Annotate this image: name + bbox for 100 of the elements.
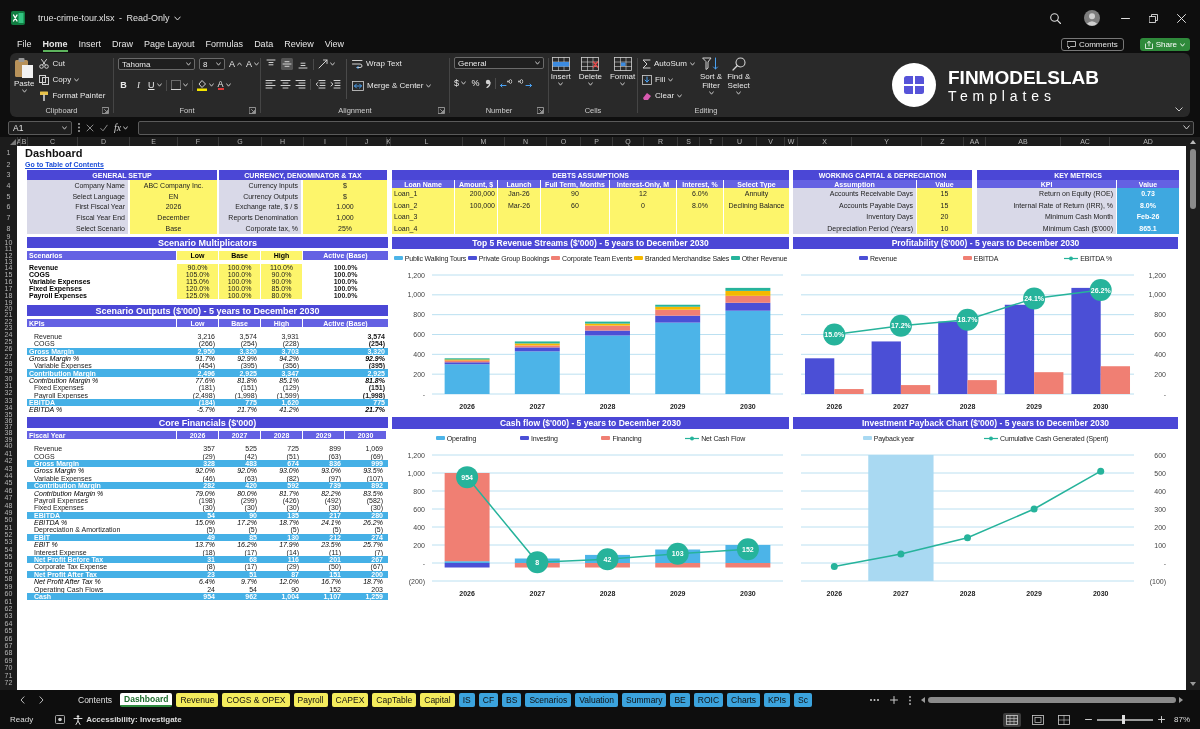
vertical-scrollbar[interactable] (1186, 146, 1200, 690)
menu-tab[interactable]: Draw (112, 37, 134, 52)
decrease-indent-icon[interactable] (315, 79, 326, 89)
sheet-tab[interactable]: Contents (74, 693, 117, 707)
scroll-down-icon[interactable] (1190, 682, 1196, 686)
sheet-tab[interactable]: Valuation (575, 693, 619, 707)
dialog-launcher-icon[interactable] (102, 107, 109, 114)
italic-button[interactable]: I (133, 80, 144, 90)
font-name-dropdown[interactable]: Tahoma (118, 58, 195, 70)
sheet-tab[interactable]: KPIs (764, 693, 791, 707)
cancel-icon[interactable] (86, 123, 94, 132)
align-center-icon[interactable] (280, 79, 291, 89)
insert-cells-button[interactable]: Insert (550, 57, 571, 86)
menu-tab[interactable]: Formulas (205, 37, 244, 52)
align-right-icon[interactable] (295, 79, 306, 89)
menu-tab[interactable]: Review (284, 37, 314, 52)
formula-input[interactable] (138, 120, 1194, 135)
expand-icon[interactable] (1183, 125, 1190, 130)
font-color-button[interactable]: A (217, 80, 231, 90)
scroll-left-icon[interactable] (921, 697, 925, 703)
sheet-tab[interactable]: CAPEX (331, 693, 369, 707)
font-size-dropdown[interactable]: 8 (199, 58, 225, 70)
zoom-in-icon[interactable] (1158, 716, 1165, 723)
decrease-decimal-icon[interactable] (518, 78, 532, 88)
copy-button[interactable]: Copy (39, 73, 106, 86)
scroll-up-icon[interactable] (1190, 139, 1196, 144)
comments-button[interactable]: Comments (1060, 38, 1124, 51)
fill-button[interactable]: Fill (642, 73, 695, 86)
format-cells-button[interactable]: Format (609, 57, 636, 86)
sheet-tab[interactable]: Dashboard (120, 693, 173, 707)
borders-button[interactable] (170, 80, 188, 90)
percent-style-button[interactable]: % (470, 78, 481, 88)
scrollbar-thumb[interactable] (1190, 149, 1196, 209)
chevron-down-icon[interactable] (173, 15, 181, 21)
number-format-dropdown[interactable]: General (454, 57, 544, 69)
page-layout-view-icon[interactable] (1029, 712, 1047, 727)
dialog-launcher-icon[interactable] (537, 107, 544, 114)
insert-function-button[interactable]: fx (114, 122, 129, 133)
macro-recording-icon[interactable] (55, 715, 66, 724)
increase-indent-icon[interactable] (330, 79, 341, 89)
search-icon[interactable] (1050, 12, 1061, 24)
sheet-tab[interactable]: Payroll (293, 693, 328, 707)
orientation-button[interactable] (318, 59, 335, 69)
wrap-text-button[interactable]: Wrap Text (352, 57, 432, 70)
autosum-button[interactable]: AutoSum (642, 57, 695, 70)
sheet-tab[interactable]: BS (502, 693, 522, 707)
increase-font-size-button[interactable]: A (229, 59, 242, 69)
merge-center-button[interactable]: Merge & Center (352, 79, 432, 92)
increase-decimal-icon[interactable] (500, 78, 514, 88)
menu-tab[interactable]: Insert (78, 37, 102, 52)
sheet-tab[interactable]: BE (670, 693, 690, 707)
paste-button[interactable]: Paste (14, 57, 35, 93)
scroll-right-icon[interactable] (1179, 697, 1183, 703)
delete-cells-button[interactable]: Delete (578, 57, 602, 86)
menu-tab[interactable]: Page Layout (144, 37, 195, 52)
dialog-launcher-icon[interactable] (249, 107, 256, 114)
horizontal-scrollbar[interactable] (921, 695, 1183, 705)
chevron-left-icon[interactable] (20, 696, 25, 704)
enter-icon[interactable] (100, 123, 108, 132)
currency-format-button[interactable]: $ (454, 78, 466, 88)
avatar-icon[interactable] (1084, 10, 1100, 26)
sheet-tab[interactable]: COGS & OPEX (222, 693, 290, 707)
accessibility-button[interactable]: Accessibility: Investigate (73, 714, 182, 725)
normal-view-icon[interactable] (1003, 712, 1021, 727)
sheet-tab[interactable]: CapTable (372, 693, 417, 707)
collapse-ribbon-icon[interactable] (1175, 107, 1183, 112)
sheet-tab[interactable]: Charts (727, 693, 761, 707)
sheet-tab[interactable]: CF (478, 693, 499, 707)
restore-icon[interactable] (1149, 13, 1158, 23)
format-painter-button[interactable]: Format Painter (39, 89, 106, 102)
sort-filter-button[interactable]: Sort & Filter (699, 57, 723, 95)
add-sheet-icon[interactable] (890, 696, 898, 704)
comma-style-icon[interactable] (485, 78, 491, 88)
bold-button[interactable]: B (118, 80, 129, 90)
cut-button[interactable]: Cut (39, 57, 106, 70)
zoom-slider[interactable] (1097, 718, 1153, 721)
decrease-font-size-button[interactable]: A (246, 59, 260, 69)
sheet-tab[interactable]: Sc (794, 693, 812, 707)
name-box[interactable]: A1 (8, 120, 72, 135)
align-left-icon[interactable] (265, 79, 276, 89)
minimize-icon[interactable] (1121, 17, 1130, 19)
fill-color-button[interactable] (196, 79, 214, 91)
page-break-view-icon[interactable] (1055, 712, 1073, 727)
sheet-tab[interactable]: Summary (622, 693, 667, 707)
scrollbar-thumb[interactable] (928, 697, 1176, 703)
menu-tab[interactable]: File (17, 37, 32, 52)
underline-button[interactable]: U (148, 80, 162, 90)
align-middle-icon[interactable] (281, 58, 293, 70)
sheet-tab[interactable]: Revenue (176, 693, 219, 707)
zoom-level[interactable]: 87% (1174, 715, 1190, 724)
close-icon[interactable] (1177, 13, 1186, 23)
menu-tab[interactable]: View (324, 37, 344, 52)
dialog-launcher-icon[interactable] (438, 107, 445, 114)
clear-button[interactable]: Clear (642, 89, 695, 102)
sheet-tab[interactable]: Capital (420, 693, 455, 707)
sheet-tab[interactable]: ROIC (693, 693, 724, 707)
sheet-tab[interactable]: Scenarios (525, 693, 572, 707)
menu-tab[interactable]: Data (254, 37, 274, 52)
find-select-button[interactable]: Find & Select (727, 57, 751, 95)
slider-thumb[interactable] (1121, 715, 1125, 724)
